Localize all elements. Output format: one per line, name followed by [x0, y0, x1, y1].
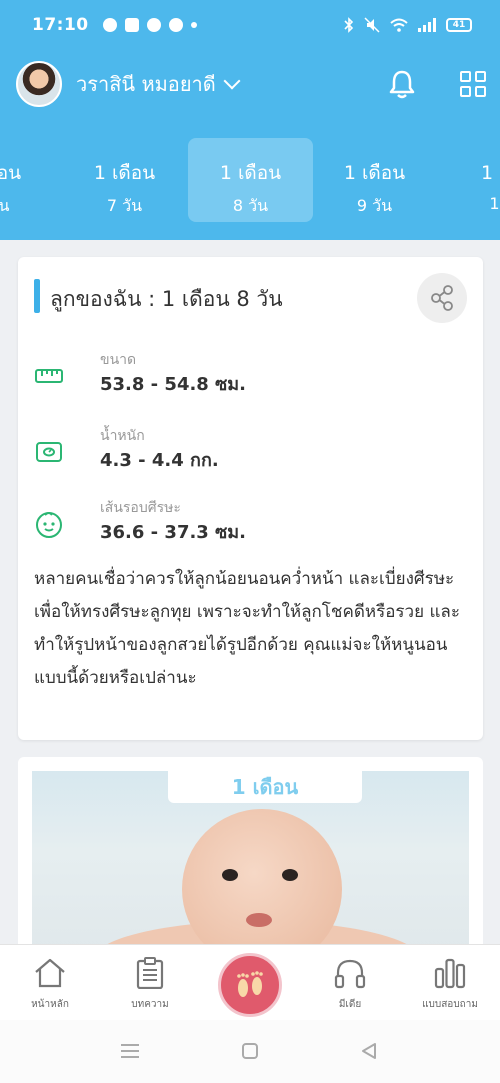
age-tab[interactable]: 1 เดื 10	[437, 138, 500, 222]
mute-icon	[364, 17, 380, 33]
nav-articles[interactable]: บทความ	[110, 957, 190, 1012]
status-bar: 17:10 41	[0, 0, 500, 50]
messenger-icon	[146, 18, 161, 32]
home-icon	[35, 958, 65, 988]
bar-chart-icon	[434, 958, 466, 989]
nav-articles-label: บทความ	[131, 999, 169, 1010]
menu-grid-icon[interactable]	[460, 71, 486, 97]
baby-photo: 1 เดือน	[32, 771, 469, 957]
stat-value: 36.6 - 37.3 ซม.	[100, 522, 247, 543]
stat-value: 53.8 - 54.8 ซม.	[100, 374, 247, 395]
chevron-down-icon[interactable]	[223, 72, 241, 90]
signal-icon	[418, 18, 436, 32]
share-icon	[431, 285, 453, 311]
profile-name[interactable]: วราสินี หมอยาดี	[76, 68, 216, 100]
stat-value: 4.3 - 4.4 กก.	[100, 450, 219, 471]
chat-app-icon	[124, 18, 139, 32]
bottom-nav: หน้าหลัก บทความ มีเดีย แบบสอบถาม	[0, 944, 500, 1020]
headphones-icon	[334, 959, 366, 989]
age-tab[interactable]: 1 เดือน 7 วัน	[62, 138, 187, 222]
baby-face-icon	[36, 512, 62, 538]
profile-row: วราสินี หมอยาดี	[16, 60, 486, 108]
facebook-icon	[168, 18, 183, 32]
scale-icon	[36, 442, 62, 462]
bell-icon[interactable]	[388, 69, 416, 99]
recent-apps-icon[interactable]	[120, 1042, 140, 1060]
bluetooth-icon	[344, 17, 354, 33]
nav-survey-label: แบบสอบถาม	[422, 999, 478, 1010]
card-description: หลายคนเชื่อว่าควรให้ลูกน้อยนอนคว่ำหน้า แ…	[34, 569, 460, 688]
clipboard-icon	[136, 957, 164, 989]
stat-label: น้ำหนัก	[100, 428, 145, 444]
photo-card[interactable]: 1 เดือน	[18, 757, 483, 957]
nav-media[interactable]: มีเดีย	[310, 957, 390, 1012]
title-accent-bar	[34, 279, 40, 313]
share-button[interactable]	[417, 273, 467, 323]
stat-label: ขนาด	[100, 352, 137, 368]
status-time: 17:10	[32, 15, 89, 35]
baby-mouth	[246, 913, 272, 927]
ruler-icon	[35, 369, 63, 383]
baby-info-card: ลูกของฉัน : 1 เดือน 8 วัน ขนาด 53.8 - 54…	[18, 257, 483, 740]
baby-eye	[222, 869, 238, 881]
footprint-button[interactable]	[218, 953, 282, 1017]
stat-size: ขนาด 53.8 - 54.8 ซม.	[34, 349, 454, 409]
nav-media-label: มีเดีย	[338, 999, 362, 1010]
back-icon[interactable]	[360, 1042, 378, 1060]
wifi-icon	[390, 18, 408, 32]
baby-head	[182, 809, 342, 957]
nav-home[interactable]: หน้าหลัก	[10, 957, 90, 1012]
nav-survey[interactable]: แบบสอบถาม	[410, 957, 490, 1012]
nav-home-label: หน้าหลัก	[31, 999, 69, 1010]
age-tab[interactable]: เดือน วัน	[0, 138, 62, 222]
stat-head-circumference: เส้นรอบศีรษะ 36.6 - 37.3 ซม.	[34, 497, 454, 557]
status-notification-icons	[102, 18, 197, 32]
age-tabs: เดือน วัน 1 เดือน 7 วัน 1 เดือน 8 วัน 1 …	[0, 138, 500, 222]
battery-icon: 41	[446, 18, 472, 32]
system-navigation-bar	[0, 1020, 500, 1083]
photo-age-badge: 1 เดือน	[168, 771, 362, 803]
header: 17:10 41 วราสินี หมอยาดี อน น 1 เดือน 7 …	[0, 0, 500, 240]
stat-weight: น้ำหนัก 4.3 - 4.4 กก.	[34, 425, 454, 485]
home-system-icon[interactable]	[241, 1042, 259, 1060]
line-app-icon	[102, 18, 117, 32]
baby-eye	[282, 869, 298, 881]
footprint-icon	[237, 971, 263, 997]
stat-label: เส้นรอบศีรษะ	[100, 500, 181, 516]
age-tab-active[interactable]: 1 เดือน 8 วัน	[188, 138, 313, 222]
more-notifications-icon	[190, 22, 197, 28]
card-title: ลูกของฉัน : 1 เดือน 8 วัน	[50, 287, 283, 311]
age-tab[interactable]: 1 เดือน 9 วัน	[312, 138, 437, 222]
status-system-icons: 41	[344, 17, 472, 33]
avatar[interactable]	[16, 61, 62, 107]
